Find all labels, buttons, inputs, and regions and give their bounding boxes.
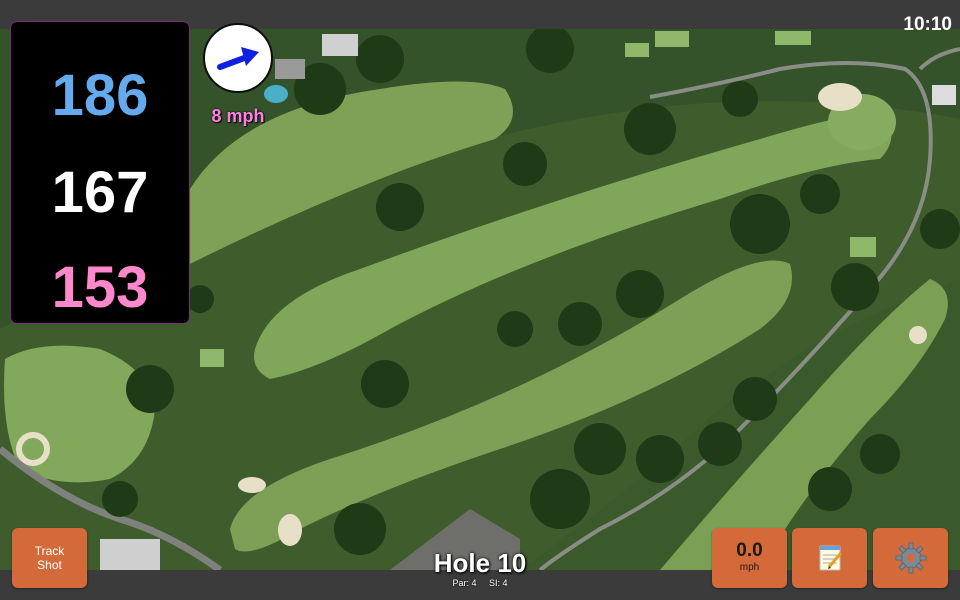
wind-direction-dial [203, 23, 273, 93]
back-distance: 186 [51, 63, 149, 128]
wind-speed-label: 8 mph [211, 106, 265, 126]
wind-speed-button[interactable]: 0.0 mph [712, 528, 787, 588]
gear-icon [895, 542, 926, 574]
hole-title: Hole 10 [433, 548, 527, 578]
track-shot-button[interactable]: Track Shot [12, 528, 87, 588]
wind-direction-arrow-icon [217, 47, 259, 70]
hole-si: SI: 4 [489, 578, 508, 588]
notepad-icon [819, 545, 842, 571]
track-shot-label-line2: Shot [37, 558, 62, 572]
settings-button[interactable] [873, 528, 948, 588]
middle-distance: 167 [51, 160, 149, 225]
notes-button[interactable] [792, 528, 867, 588]
wind-speed-unit: mph [739, 562, 760, 573]
hole-par: Par: 4 [452, 578, 477, 588]
hole-info: Hole 10 Par: 4 SI: 4 [380, 548, 580, 588]
hole-meta: Par: 4 SI: 4 [380, 578, 580, 588]
front-distance: 153 [51, 255, 149, 320]
status-time: 10:10 [903, 14, 952, 35]
track-shot-label-line1: Track [34, 544, 65, 558]
wind-speed-value: 0.0 [736, 540, 763, 561]
distance-panel: 186 167 153 [11, 22, 189, 323]
